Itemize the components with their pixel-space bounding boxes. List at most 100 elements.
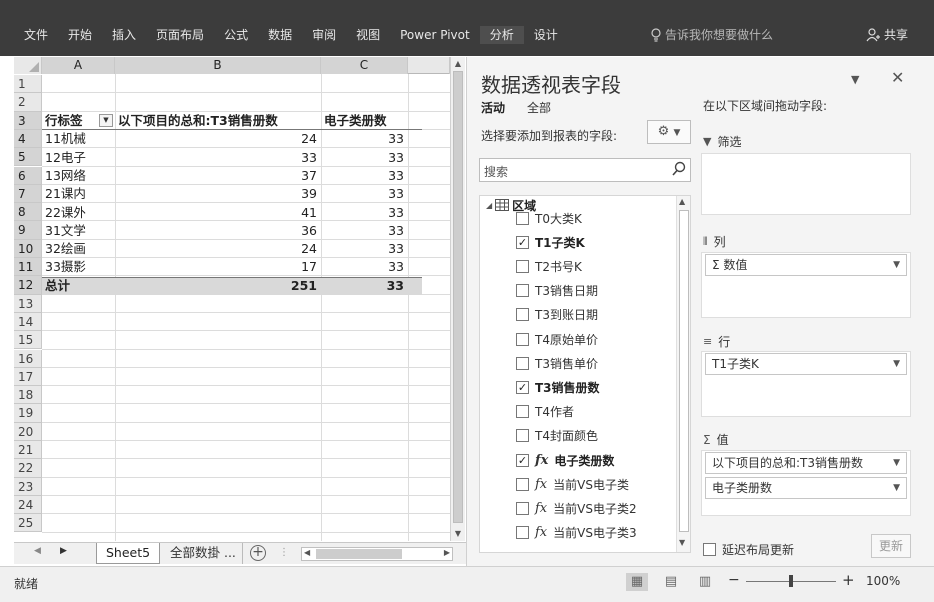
- panel-options-icon[interactable]: ▼: [851, 73, 859, 86]
- row-header[interactable]: 16: [14, 349, 42, 368]
- tab-analyze[interactable]: 分析: [479, 26, 524, 44]
- tab-data[interactable]: 数据: [258, 26, 302, 44]
- chevron-down-icon[interactable]: ▼: [893, 478, 900, 498]
- row-header[interactable]: 1: [14, 75, 42, 94]
- field-item[interactable]: T4原始单价: [516, 329, 598, 349]
- scroll-right-icon[interactable]: ▶: [444, 548, 450, 557]
- row-header[interactable]: 20: [14, 422, 42, 441]
- field-search-input[interactable]: 搜索: [479, 158, 691, 182]
- field-item[interactable]: T2书号K: [516, 256, 582, 276]
- field-item[interactable]: T0大类K: [516, 208, 582, 228]
- tell-me-box[interactable]: 告诉我你想要做什么: [650, 26, 773, 43]
- tab-view[interactable]: 视图: [346, 26, 390, 44]
- row-header[interactable]: 14: [14, 312, 42, 332]
- tab-home[interactable]: 开始: [58, 26, 102, 44]
- scroll-up-icon[interactable]: ▲: [451, 57, 465, 71]
- tab-splitter-icon[interactable]: ⋮: [279, 547, 289, 558]
- pivot-sum-cell[interactable]: 41: [115, 204, 321, 222]
- checkbox-checked-icon[interactable]: ✓: [516, 453, 529, 467]
- row-header[interactable]: 15: [14, 331, 42, 350]
- zoom-out-button[interactable]: −: [728, 572, 740, 588]
- rows-field-t1[interactable]: T1子类K ▼: [705, 353, 907, 375]
- pivot-count-cell[interactable]: 33: [321, 222, 408, 240]
- collapse-icon[interactable]: ◢: [486, 201, 492, 210]
- field-list-scrollbar[interactable]: ▲ ▼: [676, 196, 690, 552]
- chevron-down-icon[interactable]: ▼: [893, 255, 900, 275]
- checkbox-icon[interactable]: [516, 429, 529, 443]
- chevron-down-icon[interactable]: ▼: [893, 453, 900, 473]
- field-item[interactable]: fx 当前VS电子类2: [516, 498, 637, 518]
- checkbox-icon[interactable]: [516, 477, 529, 491]
- tab-design[interactable]: 设计: [524, 26, 568, 44]
- pivot-sum-cell[interactable]: 33: [115, 149, 321, 167]
- row-header[interactable]: 24: [14, 495, 42, 515]
- pivot-row-label[interactable]: 12电子: [45, 149, 113, 167]
- checkbox-icon[interactable]: [516, 259, 529, 273]
- horizontal-scrollbar[interactable]: ◀ ▶: [301, 547, 453, 561]
- row-header[interactable]: 11: [14, 258, 42, 277]
- checkbox-icon[interactable]: [516, 405, 529, 419]
- zoom-in-button[interactable]: +: [842, 571, 855, 589]
- row-header[interactable]: 8: [14, 203, 42, 222]
- tab-review[interactable]: 审阅: [302, 26, 346, 44]
- prev-sheet-icon[interactable]: ◀: [34, 546, 41, 556]
- values-field-sum[interactable]: 以下项目的总和:T3销售册数 ▼: [705, 452, 907, 474]
- filter-dropdown-icon[interactable]: ▼: [99, 114, 113, 127]
- share-button[interactable]: 共享: [866, 26, 908, 43]
- pivot-sum-cell[interactable]: 39: [115, 185, 321, 203]
- pivot-count-cell[interactable]: 33: [321, 204, 408, 222]
- zoom-level[interactable]: 100%: [866, 574, 900, 588]
- checkbox-icon[interactable]: [516, 501, 529, 515]
- row-header[interactable]: 3: [14, 111, 42, 130]
- checkbox-icon[interactable]: [516, 356, 529, 370]
- pivot-sum-cell[interactable]: 36: [115, 222, 321, 240]
- pivot-sum-cell[interactable]: 17: [115, 258, 321, 276]
- page-break-view-icon[interactable]: ▥: [694, 573, 716, 591]
- pivot-row-label[interactable]: 33摄影: [45, 258, 113, 276]
- tab-formulas[interactable]: 公式: [214, 26, 258, 44]
- field-list-scroll-thumb[interactable]: [679, 210, 689, 532]
- scroll-down-icon[interactable]: ▼: [679, 538, 685, 547]
- values-field-count[interactable]: 电子类册数 ▼: [705, 477, 907, 499]
- pivot-count-header[interactable]: 电子类册数: [324, 112, 408, 130]
- tab-file[interactable]: 文件: [14, 26, 58, 44]
- row-header[interactable]: 5: [14, 148, 42, 167]
- row-header[interactable]: 17: [14, 367, 42, 387]
- tab-page-layout[interactable]: 页面布局: [146, 26, 214, 44]
- normal-view-icon[interactable]: ▦: [626, 573, 648, 591]
- pivot-total-count[interactable]: 33: [321, 277, 408, 295]
- field-item[interactable]: ✓ fx 电子类册数: [516, 450, 614, 470]
- field-item[interactable]: fx 当前VS电子类3: [516, 523, 637, 543]
- tab-power-pivot[interactable]: Power Pivot: [390, 26, 480, 44]
- defer-layout-update[interactable]: 延迟布局更新: [703, 541, 794, 558]
- field-item[interactable]: T4封面颜色: [516, 426, 598, 446]
- row-header[interactable]: 13: [14, 294, 42, 313]
- row-header[interactable]: 10: [14, 239, 42, 258]
- pivot-sum-cell[interactable]: 24: [115, 240, 321, 258]
- row-header[interactable]: 6: [14, 166, 42, 185]
- update-button[interactable]: 更新: [871, 534, 911, 558]
- pivot-sum-cell[interactable]: 37: [115, 167, 321, 185]
- vertical-scrollbar[interactable]: ▲ ▼: [450, 57, 465, 541]
- tab-active-fields[interactable]: 活动: [481, 99, 505, 116]
- row-header[interactable]: 19: [14, 404, 42, 423]
- checkbox-icon[interactable]: [516, 526, 529, 540]
- zoom-slider-thumb[interactable]: [789, 575, 793, 587]
- pivot-count-cell[interactable]: 33: [321, 167, 408, 185]
- checkbox-icon[interactable]: [516, 284, 529, 298]
- values-drop-area[interactable]: 以下项目的总和:T3销售册数 ▼ 电子类册数 ▼: [701, 450, 911, 516]
- horizontal-scroll-thumb[interactable]: [316, 549, 402, 559]
- page-layout-view-icon[interactable]: ▤: [660, 573, 682, 591]
- pivot-count-cell[interactable]: 33: [321, 240, 408, 258]
- pivot-sum-cell[interactable]: 24: [115, 130, 321, 148]
- field-item[interactable]: ✓ T3销售册数: [516, 377, 600, 397]
- tab-all-fields[interactable]: 全部: [527, 99, 551, 116]
- add-sheet-icon[interactable]: +: [250, 545, 266, 561]
- spreadsheet-grid[interactable]: A B C 1 2 3 4 5 6 7 8 9 10 11 12 13 14 15 16 17 18 19 20 21 2…: [14, 57, 450, 541]
- pivot-count-cell[interactable]: 33: [321, 149, 408, 167]
- pivot-row-label[interactable]: 13网络: [45, 167, 113, 185]
- pivot-row-label[interactable]: 22课外: [45, 204, 113, 222]
- tab-insert[interactable]: 插入: [102, 26, 146, 44]
- next-sheet-icon[interactable]: ▶: [60, 546, 67, 556]
- field-item[interactable]: T3销售日期: [516, 281, 598, 301]
